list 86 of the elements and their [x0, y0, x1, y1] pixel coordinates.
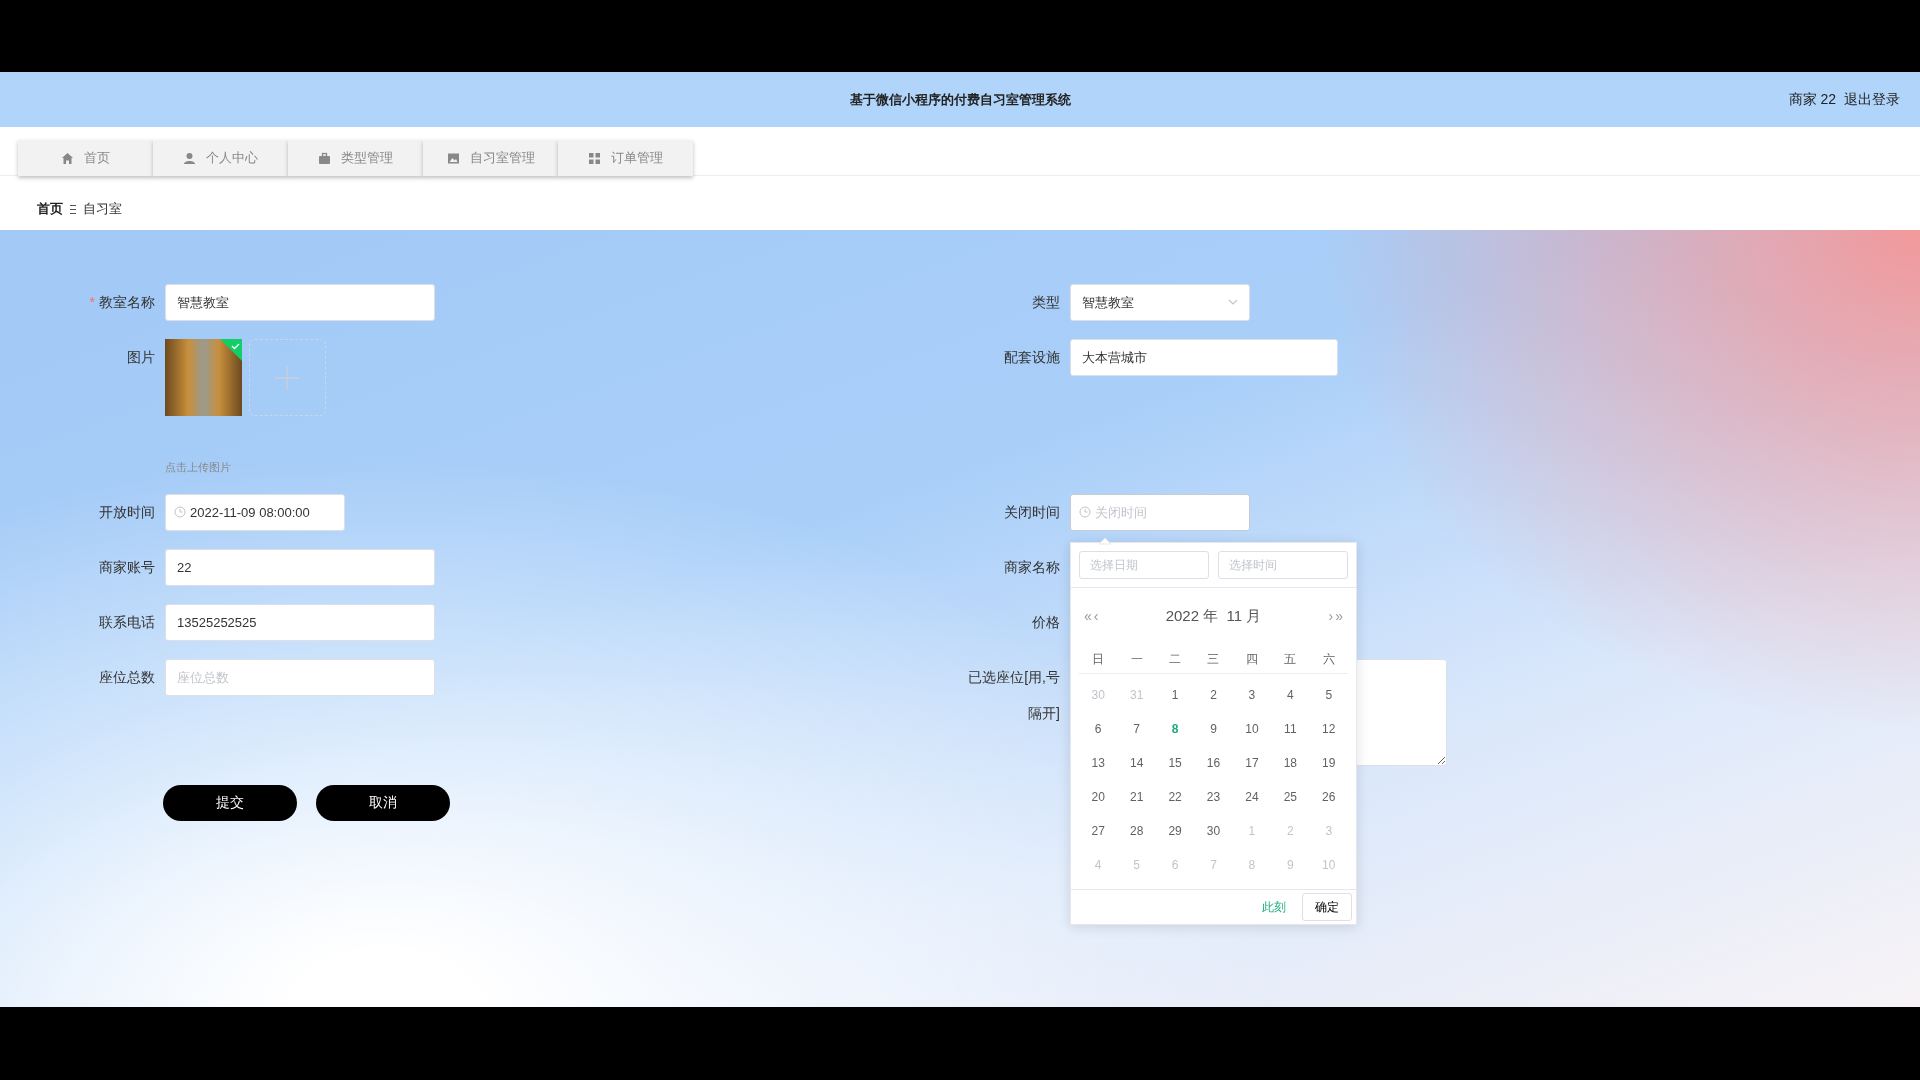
check-badge-icon [220, 339, 242, 361]
calendar-day[interactable]: 1 [1171, 685, 1179, 704]
breadcrumb-item: 自习室 [83, 200, 122, 219]
grid-icon [588, 151, 601, 165]
calendar-day[interactable]: 18 [1283, 753, 1298, 772]
briefcase-icon [318, 151, 331, 165]
date-input[interactable]: 选择日期 [1079, 550, 1209, 579]
field-label: 配套设施 [1004, 349, 1060, 365]
logout-link[interactable]: 退出登录 [1844, 89, 1900, 110]
field-label: 座位总数 [99, 668, 155, 685]
nav-tab[interactable]: 自习室管理 [423, 140, 558, 176]
nav-tab[interactable]: 首页 [18, 140, 153, 176]
calendar-day[interactable]: 17 [1245, 753, 1259, 772]
calendar-day[interactable]: 20 [1091, 787, 1105, 806]
datetime-field[interactable]: 关闭时间 [1070, 493, 1250, 531]
calendar-day[interactable]: 26 [1322, 787, 1336, 806]
calendar-day[interactable]: 5 [1325, 685, 1333, 704]
required-mark: * [89, 294, 95, 310]
calendar-day[interactable]: 14 [1129, 753, 1144, 772]
user-name: 商家 22 [1788, 90, 1836, 109]
clock-icon [174, 505, 186, 518]
weekday-label: 六 [1309, 643, 1348, 674]
calendar-day[interactable]: 15 [1168, 753, 1182, 772]
calendar-day[interactable]: 4 [1287, 685, 1294, 704]
input-field[interactable]: 大本营城市 [1070, 339, 1338, 376]
weekday-label: 日 [1079, 643, 1118, 674]
weekday-label: 一 [1117, 643, 1156, 674]
datetime-field[interactable]: 2022-11-09 08:00:00 [165, 493, 345, 531]
separator-icon [69, 203, 77, 215]
calendar-day[interactable]: 13 [1091, 753, 1105, 772]
field-label: 已选座位[用,号隔开] [967, 667, 1060, 723]
field-label: 联系电话 [99, 613, 155, 630]
calendar-day[interactable]: 23 [1206, 787, 1221, 806]
input-field[interactable]: 13525252525 [165, 603, 435, 641]
weekday-label: 二 [1155, 643, 1195, 674]
clock-icon [1079, 505, 1091, 518]
calendar-day[interactable]: 25 [1283, 787, 1298, 806]
calendar-day[interactable]: 21 [1129, 787, 1144, 806]
nav-tab[interactable]: 类型管理 [288, 140, 423, 176]
field-label: 关闭时间 [1004, 503, 1060, 520]
input-field[interactable]: 座位总数 [165, 658, 435, 696]
calendar-day[interactable]: 30 [1206, 821, 1221, 840]
weekday-label: 三 [1194, 643, 1233, 674]
calendar-day[interactable]: 9 [1210, 719, 1217, 738]
calendar-day[interactable]: 28 [1129, 821, 1144, 840]
field-label: 价格 [1032, 613, 1060, 630]
calendar-day[interactable]: 19 [1322, 753, 1336, 772]
field-label: 开放时间 [99, 503, 155, 520]
nav-tab[interactable]: 个人中心 [153, 140, 288, 176]
nav-tab[interactable]: 订单管理 [558, 140, 693, 176]
calendar-day[interactable]: 7 [1133, 719, 1140, 738]
calendar-title: 2022 年 11 月 [1165, 606, 1262, 627]
field-label: 教室名称 [99, 294, 155, 310]
confirm-button[interactable]: 确定 [1302, 892, 1352, 921]
field-label: 图片 [127, 349, 155, 365]
field-label: 类型 [1032, 294, 1060, 310]
calendar-day[interactable]: 16 [1206, 753, 1221, 772]
weekday-label: 四 [1232, 643, 1272, 674]
calendar-day[interactable]: 24 [1245, 787, 1259, 806]
upload-button[interactable] [248, 339, 326, 416]
calendar-day[interactable]: 6 [1094, 719, 1102, 738]
select-field[interactable]: 智慧教室 [1070, 284, 1250, 321]
calendar-day[interactable]: 2 [1210, 685, 1217, 704]
calendar-day[interactable]: 11 [1284, 719, 1297, 738]
field-label: 商家名称 [1004, 558, 1060, 575]
plus-icon [274, 364, 300, 391]
chevron-down-icon [1228, 299, 1238, 305]
app-title: 基于微信小程序的付费自习室管理系统 [849, 90, 1071, 109]
field-label: 商家账号 [99, 558, 155, 575]
input-field[interactable]: 智慧教室 [165, 284, 435, 321]
submit-button[interactable]: 提交 [163, 784, 297, 821]
time-input[interactable]: 选择时间 [1218, 550, 1348, 579]
cancel-button[interactable]: 取消 [316, 784, 450, 821]
input-field[interactable]: 22 [165, 548, 435, 586]
upload-hint: 点击上传图片 [165, 460, 232, 475]
home-icon [61, 151, 74, 165]
user-icon [183, 151, 196, 165]
calendar-day[interactable]: 22 [1168, 787, 1182, 806]
calendar-day[interactable]: 12 [1322, 719, 1336, 738]
weekday-label: 五 [1271, 643, 1310, 674]
calendar-day[interactable]: 27 [1091, 821, 1105, 840]
calendar-day[interactable]: 29 [1168, 821, 1182, 840]
breadcrumb-item[interactable]: 首页 [37, 199, 63, 219]
picture-icon [446, 151, 460, 165]
calendar-day[interactable]: 3 [1248, 685, 1256, 704]
calendar-day[interactable]: 10 [1245, 719, 1259, 738]
